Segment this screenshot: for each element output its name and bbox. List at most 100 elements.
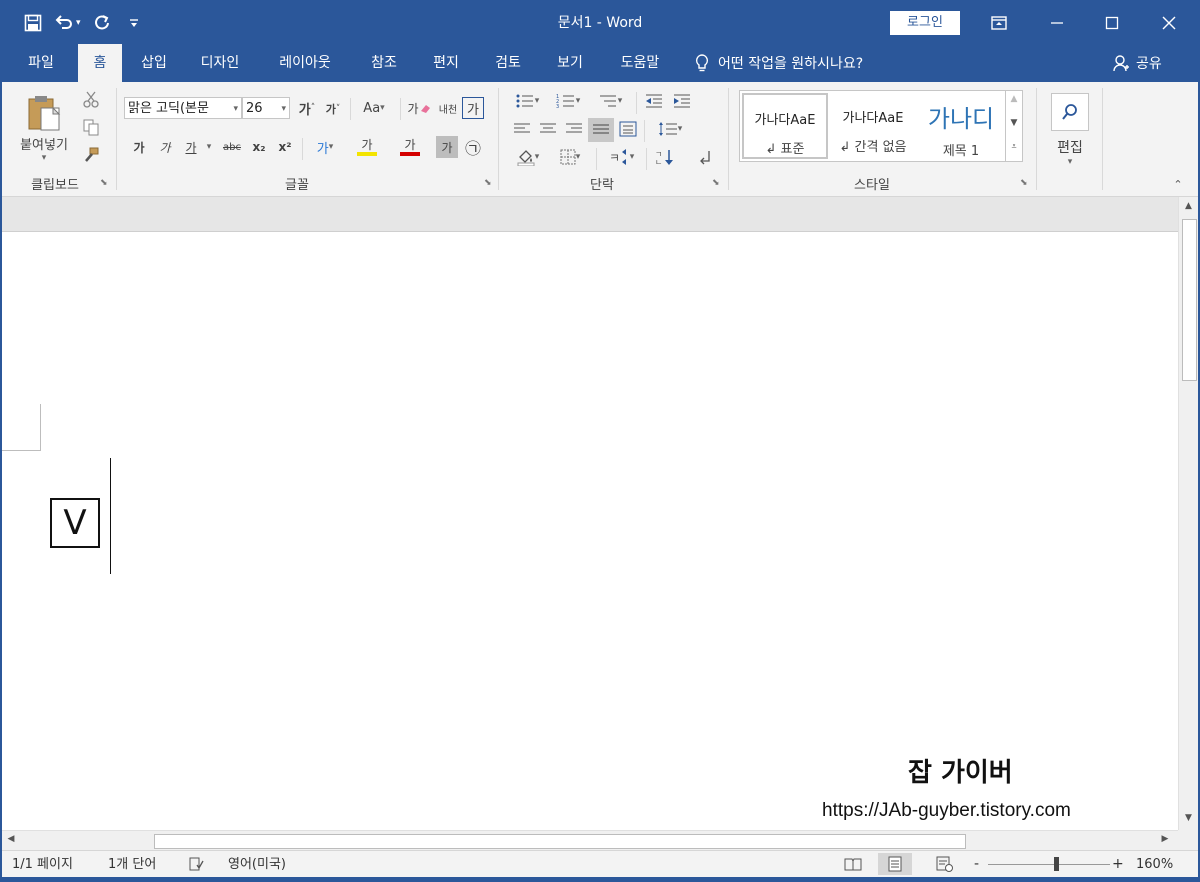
close-button[interactable]: [1140, 2, 1198, 44]
text-effects-button[interactable]: 가 ▾: [308, 136, 342, 158]
line-spacing-button[interactable]: ▾: [652, 118, 688, 140]
paste-dropdown-icon[interactable]: ▾: [42, 153, 47, 163]
redo-button[interactable]: [91, 11, 113, 35]
scroll-down-icon[interactable]: ▼: [1179, 813, 1198, 823]
tell-me-box[interactable]: 어떤 작업을 원하시나요?: [694, 44, 863, 82]
page-count[interactable]: 1/1 페이지: [12, 851, 73, 878]
character-shading-button[interactable]: 가: [436, 136, 458, 158]
editing-button[interactable]: 편집 ▾: [1046, 88, 1094, 172]
ribbon-display-button[interactable]: [970, 2, 1028, 44]
undo-button[interactable]: ▾: [54, 11, 81, 35]
ribbon-tabs: 파일 홈 삽입 디자인 레이아웃 참조 편지 검토 보기 도움말 어떤 작업을 …: [2, 44, 1198, 82]
font-launcher-icon[interactable]: ⬊: [484, 178, 492, 188]
decrease-indent-button[interactable]: [642, 90, 666, 112]
tab-view[interactable]: 보기: [544, 44, 596, 82]
tab-help[interactable]: 도움말: [606, 44, 674, 82]
phonetic-guide-button[interactable]: 내천: [436, 97, 460, 119]
maximize-button[interactable]: [1083, 2, 1141, 44]
change-case-button[interactable]: Aa ▾: [356, 97, 392, 119]
style-normal[interactable]: 가나다AaE ↲ 표준: [742, 93, 828, 159]
customize-qat-button[interactable]: [123, 11, 145, 35]
paste-button[interactable]: 붙여넣기 ▾: [14, 88, 74, 168]
copy-button[interactable]: [80, 116, 102, 138]
tab-file[interactable]: 파일: [10, 44, 72, 82]
word-count[interactable]: 1개 단어: [108, 851, 156, 878]
style-no-spacing[interactable]: 가나다AaE ↲ 간격 없음: [830, 93, 916, 159]
checked-box-symbol[interactable]: V: [50, 498, 100, 548]
styles-scroll-up-icon[interactable]: ▲: [1006, 94, 1022, 104]
increase-indent-button[interactable]: [670, 90, 694, 112]
style-heading-1[interactable]: 가나디 제목 1: [918, 93, 1004, 159]
format-painter-button[interactable]: [80, 144, 102, 166]
superscript-button[interactable]: x²: [274, 136, 296, 158]
text-cursor: [110, 458, 111, 574]
scroll-right-icon[interactable]: ▶: [1160, 834, 1170, 844]
grow-font-button[interactable]: 가 ˄: [296, 97, 318, 119]
tab-design[interactable]: 디자인: [188, 44, 252, 82]
align-center-button[interactable]: [536, 118, 560, 140]
sort-button[interactable]: ㄱㄴ: [652, 146, 678, 168]
bullets-button[interactable]: ▾: [510, 90, 544, 112]
underline-button[interactable]: 가: [180, 136, 202, 158]
clipboard-launcher-icon[interactable]: ⬊: [100, 178, 108, 188]
document-page[interactable]: V 잡 가이버 https://JAb-guyber.tistory.com: [2, 232, 1178, 830]
styles-more-icon[interactable]: ⩡: [1006, 142, 1022, 152]
styles-launcher-icon[interactable]: ⬊: [1020, 178, 1028, 188]
enclose-characters-button[interactable]: ㉠: [462, 136, 484, 158]
align-right-button[interactable]: [562, 118, 586, 140]
proofing-button[interactable]: [188, 851, 204, 878]
tab-layout[interactable]: 레이아웃: [264, 44, 346, 82]
font-size-select[interactable]: 26 ▾: [242, 97, 290, 119]
bold-button[interactable]: 가: [128, 136, 150, 158]
zoom-slider-handle[interactable]: [1054, 857, 1059, 871]
italic-button[interactable]: 가: [154, 136, 176, 158]
save-button[interactable]: [22, 11, 44, 35]
scroll-up-icon[interactable]: ▲: [1179, 201, 1198, 211]
web-layout-button[interactable]: [930, 853, 960, 875]
clear-formatting-button[interactable]: 가: [406, 97, 432, 119]
read-mode-button[interactable]: [838, 853, 868, 875]
font-name-select[interactable]: 맑은 고딕(본문 ▾: [124, 97, 242, 119]
vertical-scrollbar[interactable]: ▲ ▼: [1178, 197, 1198, 830]
zoom-in-button[interactable]: +: [1112, 851, 1124, 878]
shrink-font-button[interactable]: 가 ˅: [322, 98, 344, 120]
tab-home[interactable]: 홈: [78, 44, 122, 82]
subscript-button[interactable]: x₂: [248, 136, 270, 158]
login-button[interactable]: 로그인: [890, 11, 960, 35]
asian-layout-button[interactable]: ㅋ ▾: [602, 146, 640, 168]
numbering-button[interactable]: 1 2 3 ▾: [550, 90, 586, 112]
print-layout-button[interactable]: [878, 853, 912, 875]
shading-button[interactable]: ▾: [510, 146, 546, 168]
tab-mailings[interactable]: 편지: [420, 44, 472, 82]
paragraph-launcher-icon[interactable]: ⬊: [712, 178, 720, 188]
undo-dropdown-icon[interactable]: ▾: [76, 18, 81, 28]
show-formatting-marks-button[interactable]: [692, 146, 718, 168]
character-border-button[interactable]: 가: [462, 97, 484, 119]
font-color-button[interactable]: 가: [390, 136, 430, 158]
borders-button[interactable]: ▾: [552, 146, 588, 168]
strikethrough-button[interactable]: abc: [220, 136, 244, 158]
horizontal-scrollbar[interactable]: ◀ ▶: [2, 830, 1178, 850]
tab-references[interactable]: 참조: [358, 44, 410, 82]
multilevel-list-button[interactable]: ▾: [592, 90, 628, 112]
highlight-button[interactable]: 가: [346, 136, 388, 158]
minimize-button[interactable]: [1028, 2, 1086, 44]
share-button[interactable]: 공유: [1112, 44, 1162, 82]
underline-dropdown-button[interactable]: ▾: [202, 136, 216, 158]
language-indicator[interactable]: 영어(미국): [228, 851, 286, 878]
zoom-percentage[interactable]: 160%: [1136, 851, 1173, 878]
distributed-button[interactable]: [616, 118, 640, 140]
zoom-out-button[interactable]: -: [974, 851, 979, 878]
tab-review[interactable]: 검토: [482, 44, 534, 82]
cut-button[interactable]: [80, 88, 102, 110]
justify-button[interactable]: [588, 118, 614, 142]
collapse-ribbon-icon[interactable]: ⌃: [1168, 176, 1188, 192]
styles-scroll-down-icon[interactable]: ▼: [1006, 118, 1022, 128]
vertical-scroll-thumb[interactable]: [1182, 219, 1197, 381]
horizontal-scroll-thumb[interactable]: [154, 834, 966, 849]
zoom-slider-track[interactable]: [988, 864, 1110, 865]
align-left-button[interactable]: [510, 118, 534, 140]
scroll-left-icon[interactable]: ◀: [6, 834, 16, 844]
ribbon-separator: [400, 98, 401, 120]
tab-insert[interactable]: 삽입: [128, 44, 180, 82]
